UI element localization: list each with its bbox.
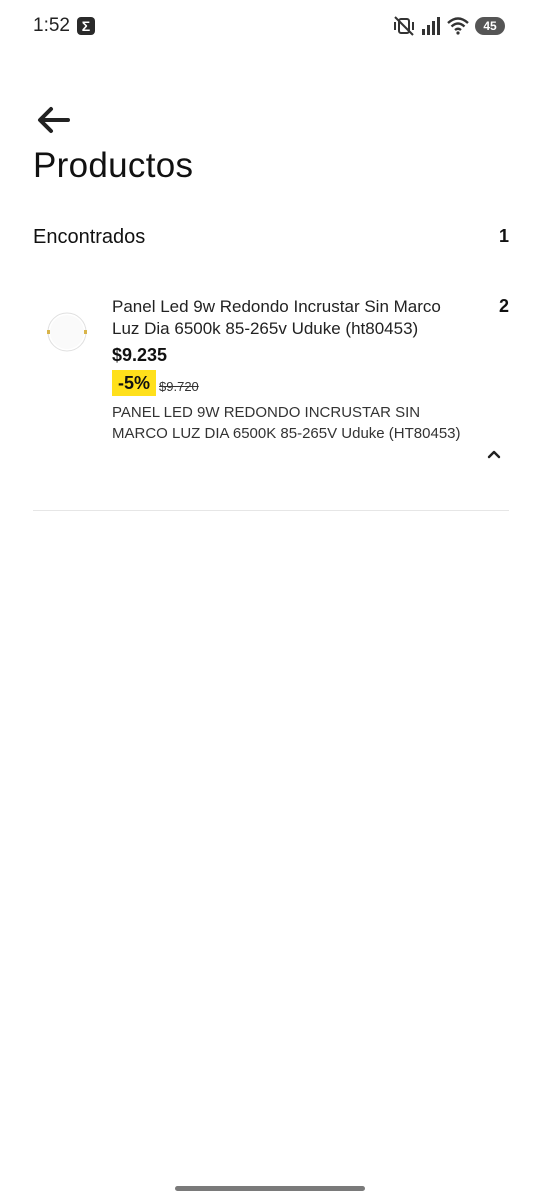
- product-quantity: 2: [498, 296, 509, 316]
- signal-icon: [422, 17, 440, 35]
- chevron-up-icon: [487, 450, 501, 459]
- battery-icon: 45: [475, 17, 505, 35]
- results-header: Encontrados 1: [33, 226, 509, 254]
- arrow-left-icon: [38, 107, 70, 133]
- led-panel-image: [47, 312, 87, 352]
- status-icons: 45: [393, 14, 505, 38]
- product-thumbnail[interactable]: [45, 310, 89, 354]
- status-bar: 1:52 Σ 45: [0, 0, 540, 52]
- home-indicator[interactable]: [175, 1186, 365, 1191]
- price-row: -5% $9.720: [112, 370, 462, 396]
- original-price: $9.720: [159, 379, 199, 394]
- status-time: 1:52: [33, 15, 70, 36]
- results-label: Encontrados: [33, 226, 146, 248]
- page-title: Productos: [33, 146, 194, 185]
- vibrate-off-icon: [394, 16, 414, 36]
- app-notification-icon: Σ: [77, 17, 95, 35]
- product-description: PANEL LED 9W REDONDO INCRUSTAR SIN MARCO…: [112, 404, 461, 442]
- product-name[interactable]: Panel Led 9w Redondo Incrustar Sin Marco…: [112, 296, 462, 340]
- back-button[interactable]: [36, 106, 72, 136]
- product-info: Panel Led 9w Redondo Incrustar Sin Marco…: [112, 296, 462, 444]
- discount-badge: -5%: [112, 370, 157, 396]
- product-price: $9.235: [112, 345, 168, 365]
- wifi-icon: [447, 17, 469, 35]
- results-count: 1: [498, 226, 509, 246]
- expand-toggle[interactable]: [487, 446, 501, 459]
- product-item[interactable]: Panel Led 9w Redondo Incrustar Sin Marco…: [33, 290, 509, 511]
